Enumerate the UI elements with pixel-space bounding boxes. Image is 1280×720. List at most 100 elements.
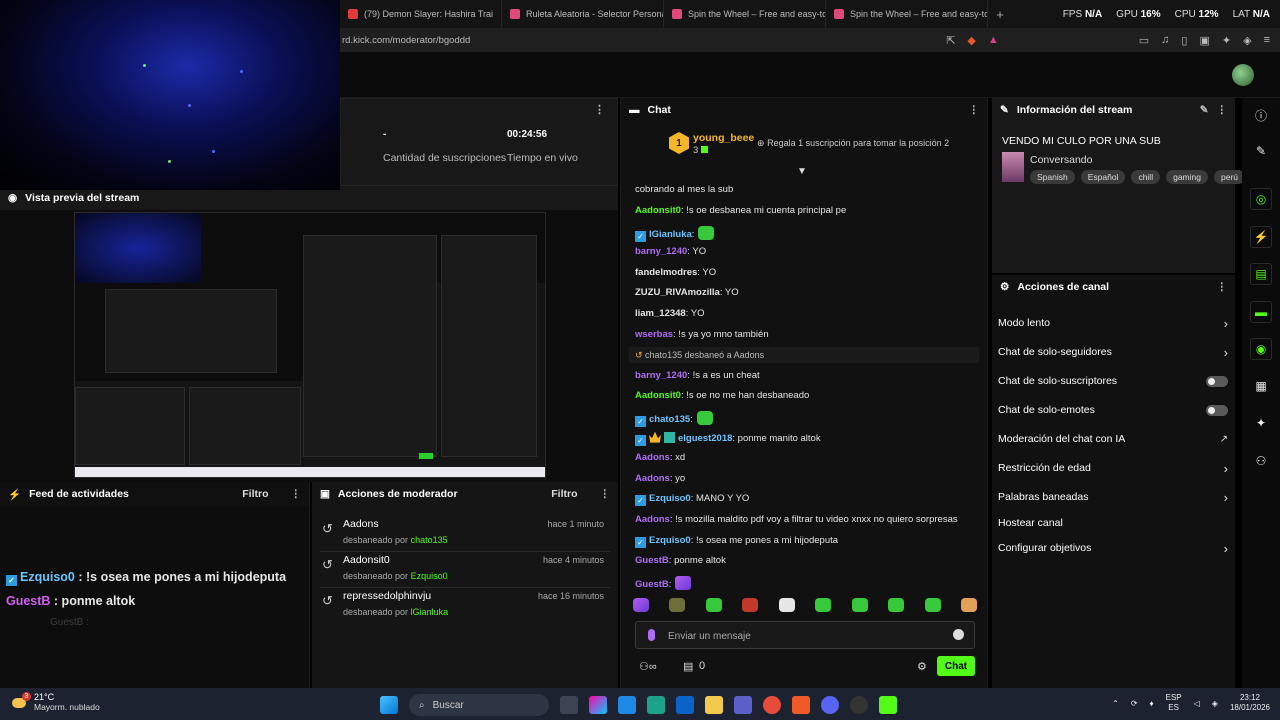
weather-widget[interactable]: 3 21°C Mayorm. nublado [12, 692, 100, 712]
chat-username[interactable]: Aadonsit0 [635, 390, 681, 401]
kick-icon[interactable] [879, 696, 897, 714]
channel-action-item[interactable]: Palabras baneadas › [998, 487, 1228, 507]
emote-button[interactable] [778, 598, 795, 612]
obs-icon[interactable] [850, 696, 868, 714]
chat-username[interactable]: lGianluka [649, 229, 692, 240]
tag[interactable]: gaming [1166, 170, 1208, 184]
more-icon[interactable]: ⋮ [600, 488, 611, 500]
chat-username[interactable]: liam_12348 [635, 308, 686, 319]
users-icon[interactable]: ⚇ [1250, 450, 1272, 472]
windows-start-icon[interactable] [380, 696, 398, 714]
mod-action-row[interactable]: ↺ Aadons desbaneado por chato135 hace 1 … [320, 516, 610, 552]
chat-username[interactable]: chato135 [649, 414, 690, 425]
vpn-icon[interactable]: ◈ [1243, 34, 1251, 47]
info-icon[interactable]: ⓘ [1250, 104, 1272, 126]
browser-tab[interactable]: (79) Demon Slayer: Hashira Trai [340, 0, 502, 28]
chat-username[interactable]: barny_1240 [635, 370, 687, 381]
channel-action-item[interactable]: Configurar objetivos › [998, 538, 1228, 558]
screenshot-icon[interactable]: ▭ [1139, 34, 1149, 47]
teams-icon[interactable] [734, 696, 752, 714]
emote-button[interactable] [633, 598, 649, 612]
settings-icon[interactable]: ⚙ [917, 660, 927, 673]
pencil-icon[interactable]: ✎ [1250, 140, 1272, 162]
chat-username[interactable]: barny_1240 [635, 246, 687, 257]
edit-icon[interactable]: ✎ [1200, 104, 1209, 116]
music-icon[interactable]: ♫ [1161, 34, 1169, 47]
language-indicator[interactable]: ESP ES [1166, 693, 1182, 713]
tag[interactable]: Spanish [1030, 170, 1075, 184]
channel-action-item[interactable]: Hostear canal [998, 513, 1228, 533]
new-tab-button[interactable]: + [988, 7, 1012, 22]
browser-tab[interactable]: Spin the Wheel – Free and easy-to-us [664, 0, 826, 28]
document-icon[interactable]: ▤ [1250, 263, 1272, 285]
emote-button[interactable] [705, 598, 722, 612]
more-icon[interactable]: ⋮ [291, 488, 302, 500]
browser-tab[interactable]: Spin the Wheel – Free and easy-to-us [826, 0, 988, 28]
emote-button[interactable] [851, 598, 868, 612]
chat-username[interactable]: fandelmodres [635, 267, 697, 278]
pinned-leaderboard[interactable]: 1 young_beee 3 ⊕ Regala 1 suscripción pa… [621, 124, 989, 177]
outlook-icon[interactable] [676, 696, 694, 714]
list-icon[interactable]: ▦ [1250, 375, 1272, 397]
brave-icon[interactable] [792, 696, 810, 714]
store-icon[interactable] [618, 696, 636, 714]
browser-tab[interactable]: Ruleta Aleatoria - Selector Personaliz [502, 0, 664, 28]
network-icon[interactable]: ◈ [1212, 699, 1218, 708]
emoji-icon[interactable] [953, 629, 964, 640]
clock[interactable]: 23:12 18/01/2026 [1230, 693, 1270, 713]
extensions-icon[interactable]: ✦ [1222, 34, 1231, 47]
url-field[interactable]: rd.kick.com/moderator/bgoddd [340, 31, 946, 49]
chrome-icon[interactable] [763, 696, 781, 714]
rewards-icon[interactable]: ▲ [988, 34, 999, 47]
explorer-icon[interactable] [705, 696, 723, 714]
bolt-icon[interactable]: ⚡ [1250, 226, 1272, 248]
gift-box-icon[interactable]: ▤ [683, 660, 693, 673]
tag[interactable]: perú [1213, 170, 1245, 184]
chat-username[interactable]: wserbas [635, 329, 673, 340]
channel-action-item[interactable]: Chat de solo-suscriptores [998, 371, 1228, 391]
send-chat-button[interactable]: Chat [937, 656, 975, 676]
emote-button[interactable] [815, 598, 832, 612]
tag[interactable]: Español [1080, 170, 1126, 184]
copilot-icon[interactable] [589, 696, 607, 714]
chevron-up-icon[interactable]: ⌃ [1112, 699, 1119, 708]
emote-button[interactable] [960, 598, 977, 612]
mod-action-row[interactable]: ↺ repressedolphinvju desbaneado por lGia… [320, 588, 610, 624]
toggle-switch[interactable] [1206, 375, 1228, 387]
chat-username[interactable]: Ezquiso0 [649, 493, 691, 504]
chat-username[interactable]: Aadonsit0 [635, 205, 681, 216]
chat-username[interactable]: Aadons [635, 473, 670, 484]
chat-username[interactable]: GuestB [635, 555, 669, 566]
target-icon[interactable]: ◎ [1250, 188, 1272, 210]
task-view-icon[interactable] [560, 696, 578, 714]
mod-action-row[interactable]: ↺ Aadonsit0 desbaneado por Ezquiso0 hace… [320, 552, 610, 588]
more-icon[interactable]: ⋮ [594, 103, 605, 116]
volume-icon[interactable]: ◁ [1194, 699, 1200, 708]
discord-icon[interactable] [821, 696, 839, 714]
taskbar-search[interactable]: ⌕ Buscar [409, 694, 549, 716]
emote-button[interactable] [924, 598, 941, 612]
more-icon[interactable]: ⋮ [1217, 281, 1228, 293]
emote-button[interactable] [742, 598, 759, 612]
menu-icon[interactable]: ≡ [1264, 34, 1270, 47]
brave-shield-icon[interactable]: ◆ [967, 34, 975, 47]
channel-action-item[interactable]: Chat de solo-seguidores › [998, 342, 1228, 362]
chat-username[interactable]: elguest2018 [678, 433, 732, 444]
channel-action-item[interactable]: Restricción de edad › [998, 458, 1228, 478]
chat-username[interactable]: GuestB [635, 579, 669, 590]
channel-action-item[interactable]: Chat de solo-emotes [998, 400, 1228, 420]
wallet-icon[interactable]: ▣ [1199, 34, 1209, 47]
share-icon[interactable]: ⇱ [946, 34, 955, 47]
chevron-down-icon[interactable]: ▼ [797, 166, 807, 177]
chat-username[interactable]: ZUZU_RIVAmozilla [635, 287, 720, 298]
filter-button[interactable]: Filtro [551, 488, 577, 500]
toggle-switch[interactable] [1206, 404, 1228, 416]
sidebar-icon[interactable]: ▯ [1181, 34, 1187, 47]
chat-bubble-icon[interactable]: ▬ [1250, 301, 1272, 323]
users-icon[interactable]: ⚇∞ [639, 660, 657, 673]
filter-button[interactable]: Filtro [242, 488, 268, 500]
tag[interactable]: chill [1131, 170, 1161, 184]
user-avatar[interactable] [1232, 64, 1254, 86]
chat-input[interactable] [668, 628, 928, 644]
channel-action-item[interactable]: Modo lento › [998, 313, 1228, 333]
